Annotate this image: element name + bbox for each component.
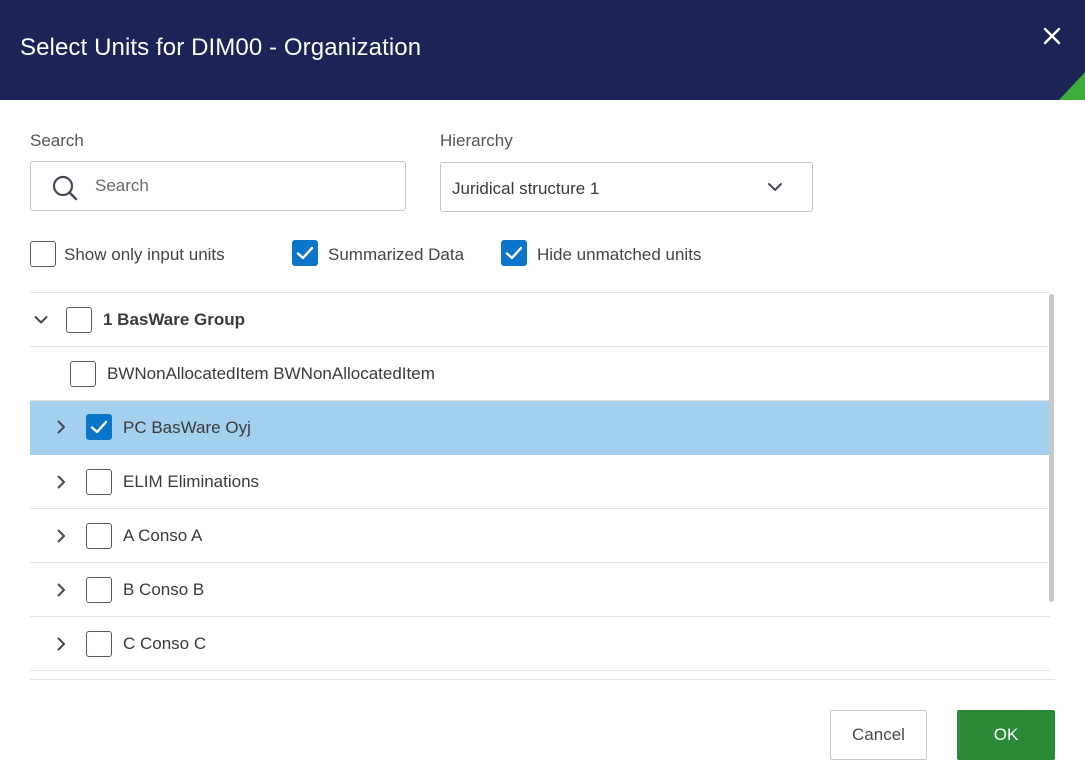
checkmark-icon <box>505 246 523 260</box>
tree-row[interactable]: A Conso A <box>30 509 1050 563</box>
summarized-data-label[interactable]: Summarized Data <box>328 245 464 265</box>
tree-row-label: B Conso B <box>123 580 205 599</box>
chevron-down-icon[interactable] <box>32 311 50 329</box>
divider <box>30 679 1055 680</box>
summarized-data-checkbox[interactable] <box>292 240 318 266</box>
tree-row-label: A Conso A <box>123 526 203 545</box>
hide-unmatched-units-checkbox[interactable] <box>501 240 527 266</box>
tree-row[interactable]: C Conso C <box>30 617 1050 671</box>
tree-row-checkbox[interactable] <box>86 577 112 603</box>
tree-row[interactable]: ELIM Eliminations <box>30 455 1050 509</box>
checkmark-icon <box>90 420 108 434</box>
tree-row-checkbox[interactable] <box>86 631 112 657</box>
tree-row-checkbox[interactable] <box>70 361 96 387</box>
tree-row-checkbox[interactable] <box>86 523 112 549</box>
tree-row-label: ELIM Eliminations <box>123 472 260 491</box>
chevron-down-icon <box>768 183 782 191</box>
checkmark-icon <box>296 246 314 260</box>
hide-unmatched-units-label[interactable]: Hide unmatched units <box>537 245 701 265</box>
chevron-right-icon[interactable] <box>52 635 70 653</box>
hierarchy-label: Hierarchy <box>440 131 513 150</box>
tree-scrollbar[interactable] <box>1049 294 1054 602</box>
hierarchy-dropdown[interactable]: Juridical structure 1 <box>440 162 813 212</box>
hierarchy-selected-value: Juridical structure 1 <box>452 179 600 198</box>
search-input[interactable] <box>95 162 395 210</box>
chevron-right-icon[interactable] <box>52 473 70 491</box>
tree-row-label: C Conso C <box>123 634 207 653</box>
search-label: Search <box>30 131 84 150</box>
tree-row[interactable]: B Conso B <box>30 563 1050 617</box>
tree-row[interactable]: BWNonAllocatedItem BWNonAllocatedItem <box>30 347 1050 401</box>
tree-row[interactable]: PC BasWare Oyj <box>30 401 1050 455</box>
dialog-header: Select Units for DIM00 - Organization <box>0 0 1085 100</box>
ok-button[interactable]: OK <box>957 710 1055 760</box>
tree-row[interactable]: 1 BasWare Group <box>30 293 1050 347</box>
tree-row-checkbox[interactable] <box>66 307 92 333</box>
search-field[interactable] <box>30 161 406 211</box>
chevron-right-icon[interactable] <box>52 581 70 599</box>
chevron-right-icon[interactable] <box>52 418 70 436</box>
dialog-title: Select Units for DIM00 - Organization <box>20 34 422 61</box>
show-only-input-units-checkbox[interactable] <box>30 241 56 267</box>
close-icon <box>1043 27 1061 45</box>
tree-row-label: PC BasWare Oyj <box>123 418 251 437</box>
tree-row-label: 1 BasWare Group <box>103 310 246 329</box>
tree-row-label: BWNonAllocatedItem BWNonAllocatedItem <box>107 364 435 383</box>
chevron-right-icon[interactable] <box>52 527 70 545</box>
search-icon <box>52 175 78 201</box>
close-button[interactable] <box>1038 22 1066 50</box>
unit-tree: 1 BasWare Group BWNonAllocatedItem BWNon… <box>30 292 1050 680</box>
tree-row-checkbox[interactable] <box>86 414 112 440</box>
show-only-input-units-label[interactable]: Show only input units <box>64 245 225 265</box>
tree-row-checkbox[interactable] <box>86 469 112 495</box>
corner-accent <box>1059 72 1085 100</box>
cancel-button[interactable]: Cancel <box>830 710 927 760</box>
